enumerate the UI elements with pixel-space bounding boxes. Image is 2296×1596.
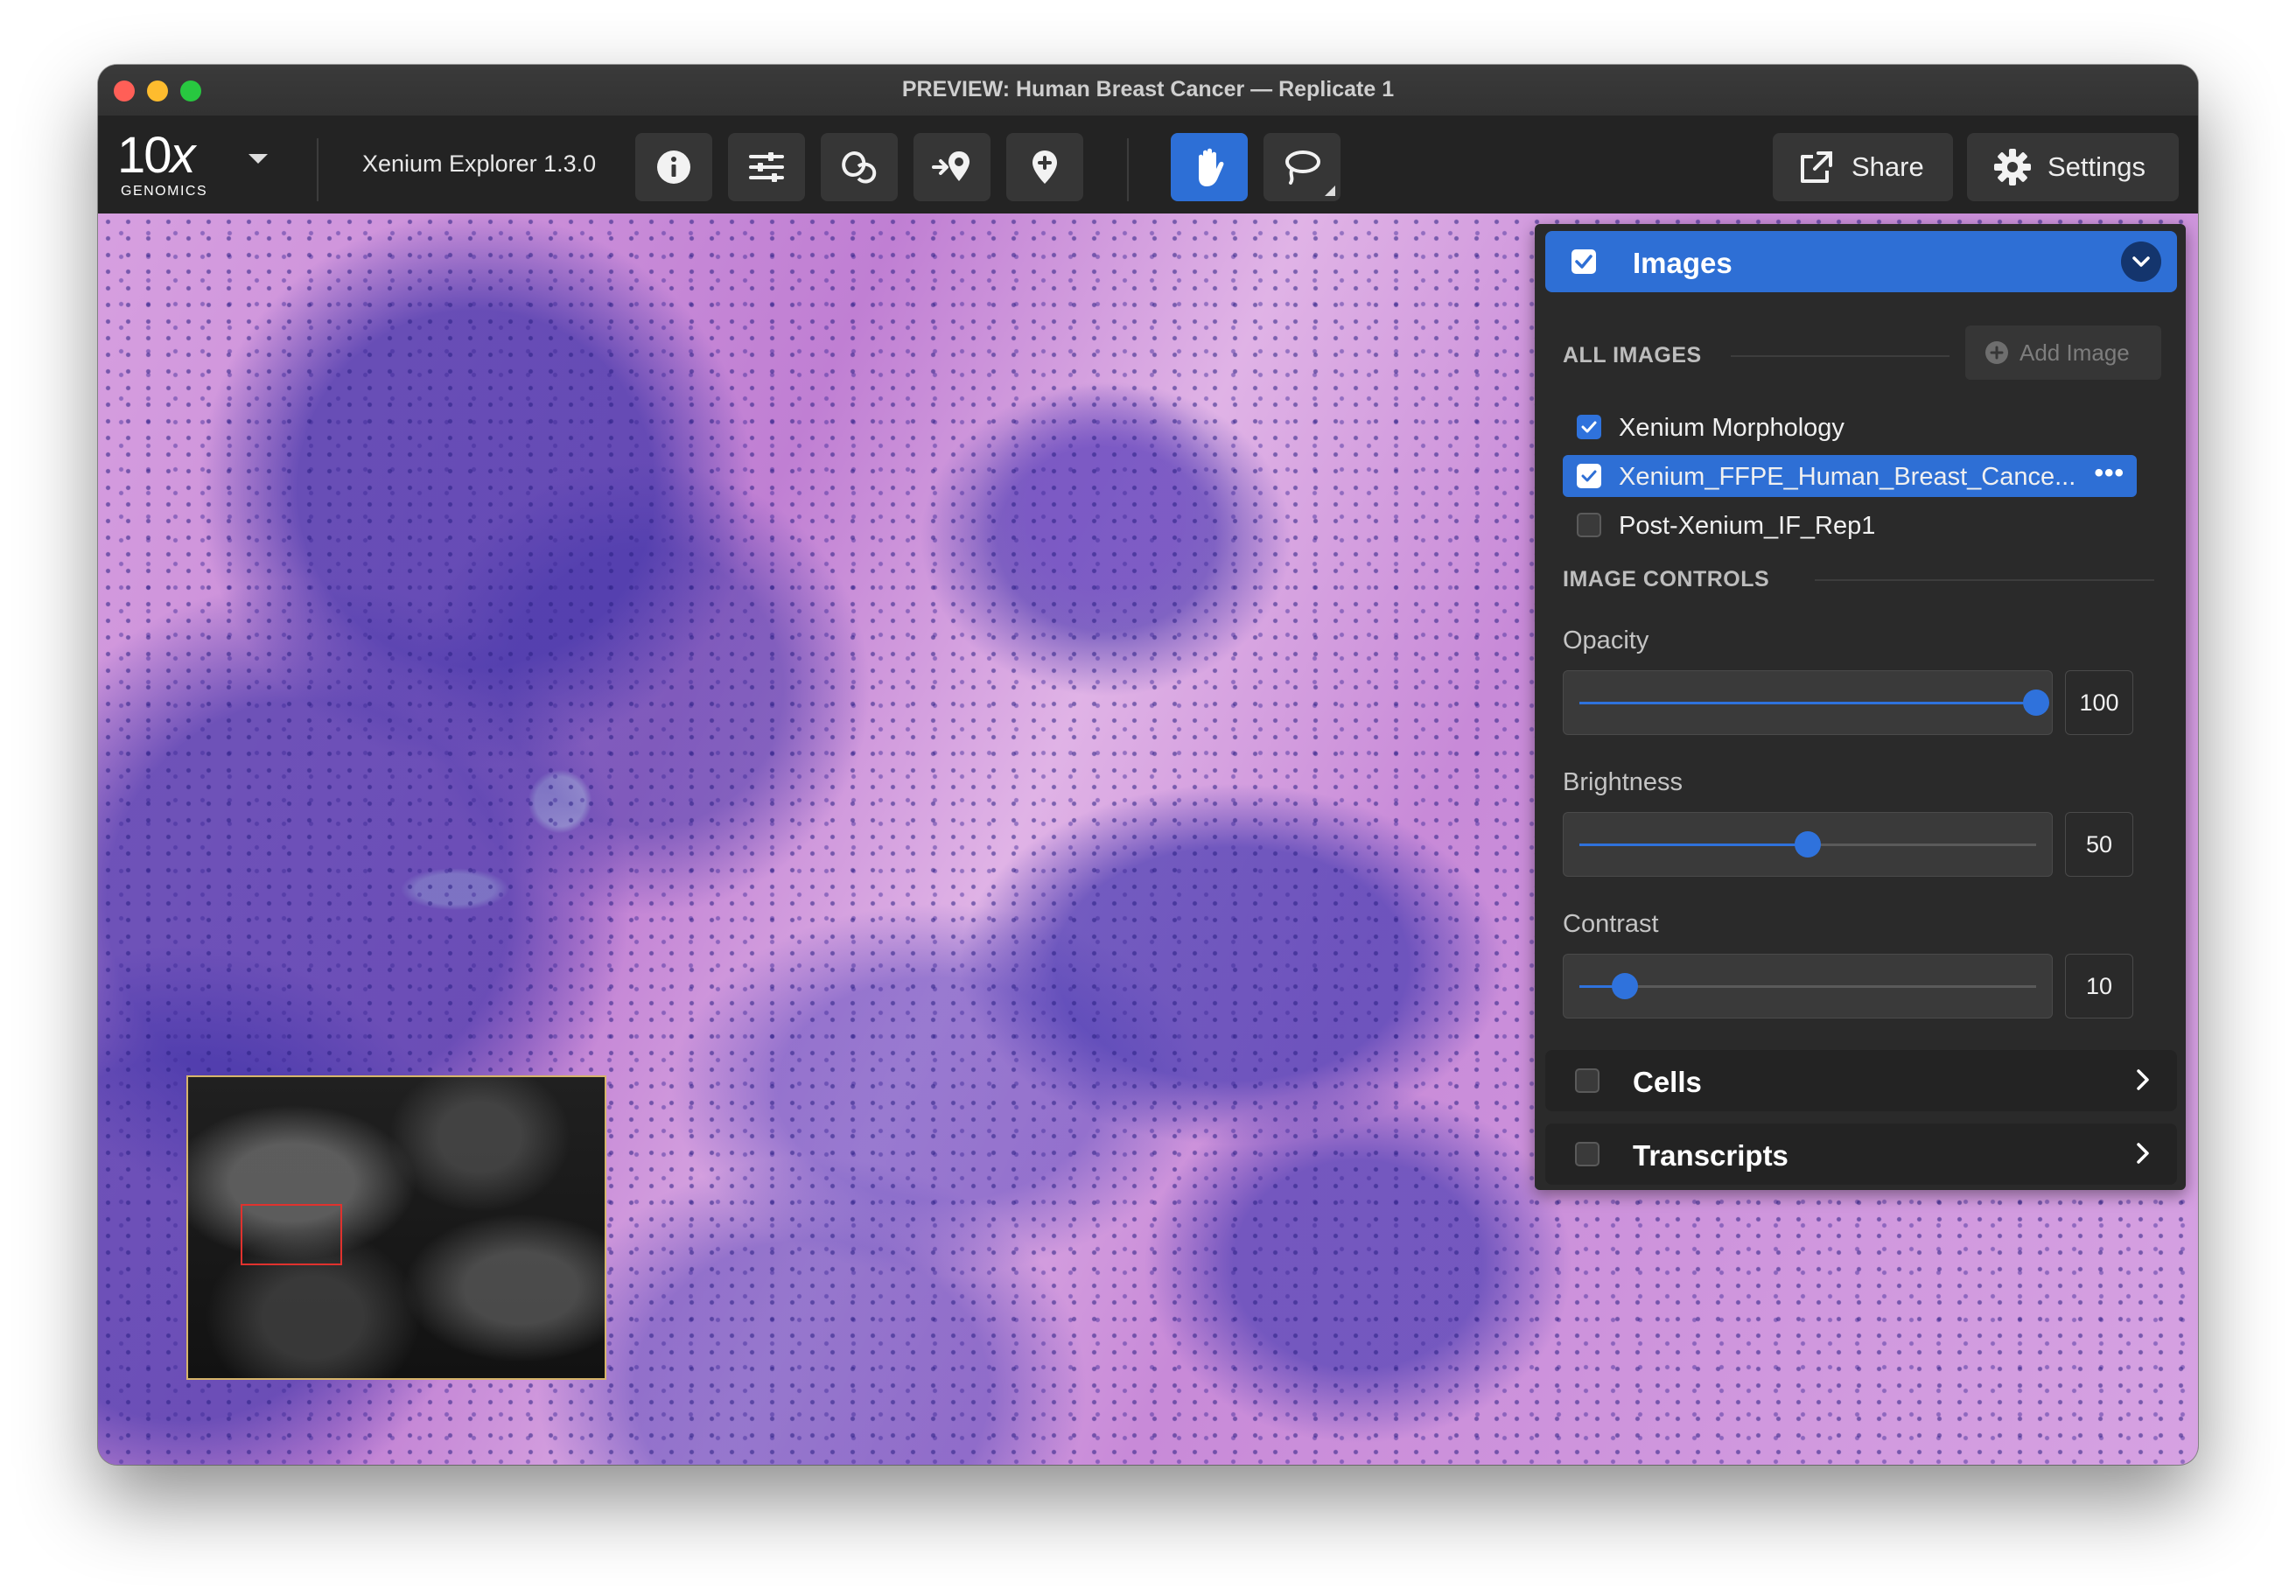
- title-bar: PREVIEW: Human Breast Cancer — Replicate…: [98, 65, 2198, 116]
- slider-thumb[interactable]: [2023, 690, 2049, 716]
- slider-track: [1579, 690, 2049, 716]
- cell-segmentation-button[interactable]: [821, 133, 898, 201]
- transcripts-section-title: Transcripts: [1633, 1139, 1788, 1172]
- images-section-header[interactable]: Images: [1545, 231, 2177, 292]
- toolbar-divider: [317, 138, 318, 201]
- chevron-right-icon[interactable]: [2135, 1068, 2151, 1092]
- tissue-image-viewer[interactable]: Images ALL IMAGES Add Image Xenium Morph…: [98, 214, 2198, 1465]
- add-image-label: Add Image: [2020, 339, 2130, 366]
- transcripts-layer-checkbox[interactable]: [1575, 1142, 1600, 1166]
- chevron-right-icon[interactable]: [2135, 1141, 2151, 1166]
- brightness-value-input[interactable]: 50: [2065, 812, 2133, 877]
- sliders-icon: [749, 152, 784, 182]
- image-checkbox[interactable]: [1577, 513, 1601, 537]
- image-name: Post-Xenium_IF_Rep1: [1619, 512, 1876, 540]
- pan-tool-button[interactable]: [1171, 133, 1248, 201]
- 10x-genomics-logo[interactable]: 10x GENOMICS: [117, 127, 214, 200]
- arrow-pin-icon: [932, 151, 970, 181]
- contrast-slider[interactable]: [1563, 954, 2053, 1018]
- cells-section-header[interactable]: Cells: [1545, 1050, 2177, 1111]
- share-icon: [1799, 150, 1836, 185]
- adjustments-button[interactable]: [728, 133, 805, 201]
- image-name: Xenium_FFPE_Human_Breast_Cance...: [1619, 463, 2076, 491]
- section-divider: [1815, 579, 2154, 581]
- slider-thumb[interactable]: [1795, 831, 1821, 858]
- logo-x: x: [170, 127, 196, 184]
- window-title: PREVIEW: Human Breast Cancer — Replicate…: [901, 77, 1395, 102]
- brightness-slider[interactable]: [1563, 812, 2053, 877]
- check-icon: [1581, 421, 1597, 433]
- slider-fill: [1579, 844, 1808, 846]
- caret-down-icon[interactable]: [248, 154, 268, 164]
- lasso-icon: [1285, 150, 1320, 185]
- layers-panel: Images ALL IMAGES Add Image Xenium Morph…: [1535, 224, 2186, 1190]
- logo-subtitle: GENOMICS: [121, 184, 208, 199]
- chevron-down-icon: [2132, 256, 2150, 267]
- logo-number: 10: [117, 127, 172, 184]
- more-options-icon[interactable]: •••: [2094, 458, 2124, 488]
- hand-icon: [1199, 148, 1224, 186]
- cells-layer-checkbox[interactable]: [1575, 1068, 1600, 1093]
- settings-label: Settings: [2048, 151, 2146, 182]
- opacity-slider[interactable]: [1563, 670, 2053, 735]
- share-button[interactable]: Share: [1773, 133, 1953, 201]
- contrast-label: Contrast: [1563, 910, 1659, 938]
- check-icon: [1581, 470, 1597, 482]
- slider-track: [1579, 973, 2036, 999]
- opacity-value-input[interactable]: 100: [2065, 670, 2133, 735]
- gear-icon: [1993, 148, 2032, 186]
- logo-wordmark: 10x: [117, 127, 196, 184]
- add-pin-button[interactable]: [1006, 133, 1083, 201]
- slider-track: [1579, 831, 2036, 858]
- minimap[interactable]: [186, 1075, 606, 1380]
- slider-fill: [1579, 702, 2036, 704]
- image-list-item-selected[interactable]: Xenium_FFPE_Human_Breast_Cance... •••: [1563, 455, 2137, 497]
- image-checkbox[interactable]: [1577, 415, 1601, 439]
- cells-section-title: Cells: [1633, 1066, 1702, 1098]
- app-version: Xenium Explorer 1.3.0: [362, 150, 597, 177]
- cells-icon: [842, 151, 877, 184]
- info-button[interactable]: [635, 133, 712, 201]
- plus-circle-icon: [1984, 340, 2009, 365]
- contrast-value-input[interactable]: 10: [2065, 954, 2133, 1018]
- brightness-label: Brightness: [1563, 768, 1684, 796]
- image-list-item[interactable]: Post-Xenium_IF_Rep1: [1563, 504, 2137, 546]
- minimap-viewport[interactable]: [241, 1204, 342, 1265]
- go-to-location-button[interactable]: [914, 133, 990, 201]
- image-controls-label: IMAGE CONTROLS: [1563, 567, 1770, 592]
- toolbar-divider: [1127, 138, 1129, 201]
- images-section-title: Images: [1633, 247, 1732, 279]
- app-window: PREVIEW: Human Breast Cancer — Replicate…: [98, 65, 2198, 1465]
- image-name: Xenium Morphology: [1619, 414, 1844, 442]
- tool-options-indicator: [1325, 186, 1335, 196]
- slider-thumb[interactable]: [1612, 973, 1639, 999]
- settings-button[interactable]: Settings: [1967, 133, 2179, 201]
- all-images-label: ALL IMAGES: [1563, 343, 1702, 368]
- images-layer-checkbox[interactable]: [1572, 249, 1596, 274]
- toolbar: 10x GENOMICS Xenium Explorer 1.3.0 Share…: [98, 116, 2198, 214]
- share-label: Share: [1852, 151, 1924, 182]
- check-icon: [1575, 255, 1592, 269]
- pin-icon: [1032, 150, 1057, 184]
- section-divider: [1731, 355, 1950, 357]
- transcripts-section-header[interactable]: Transcripts: [1545, 1124, 2177, 1185]
- collapse-images-button[interactable]: [2121, 242, 2161, 282]
- add-image-button[interactable]: Add Image: [1965, 326, 2161, 380]
- lasso-tool-button[interactable]: [1264, 133, 1340, 201]
- info-icon: [657, 150, 690, 184]
- image-list-item[interactable]: Xenium Morphology: [1563, 406, 2137, 448]
- image-checkbox[interactable]: [1577, 464, 1601, 488]
- opacity-label: Opacity: [1563, 626, 1649, 654]
